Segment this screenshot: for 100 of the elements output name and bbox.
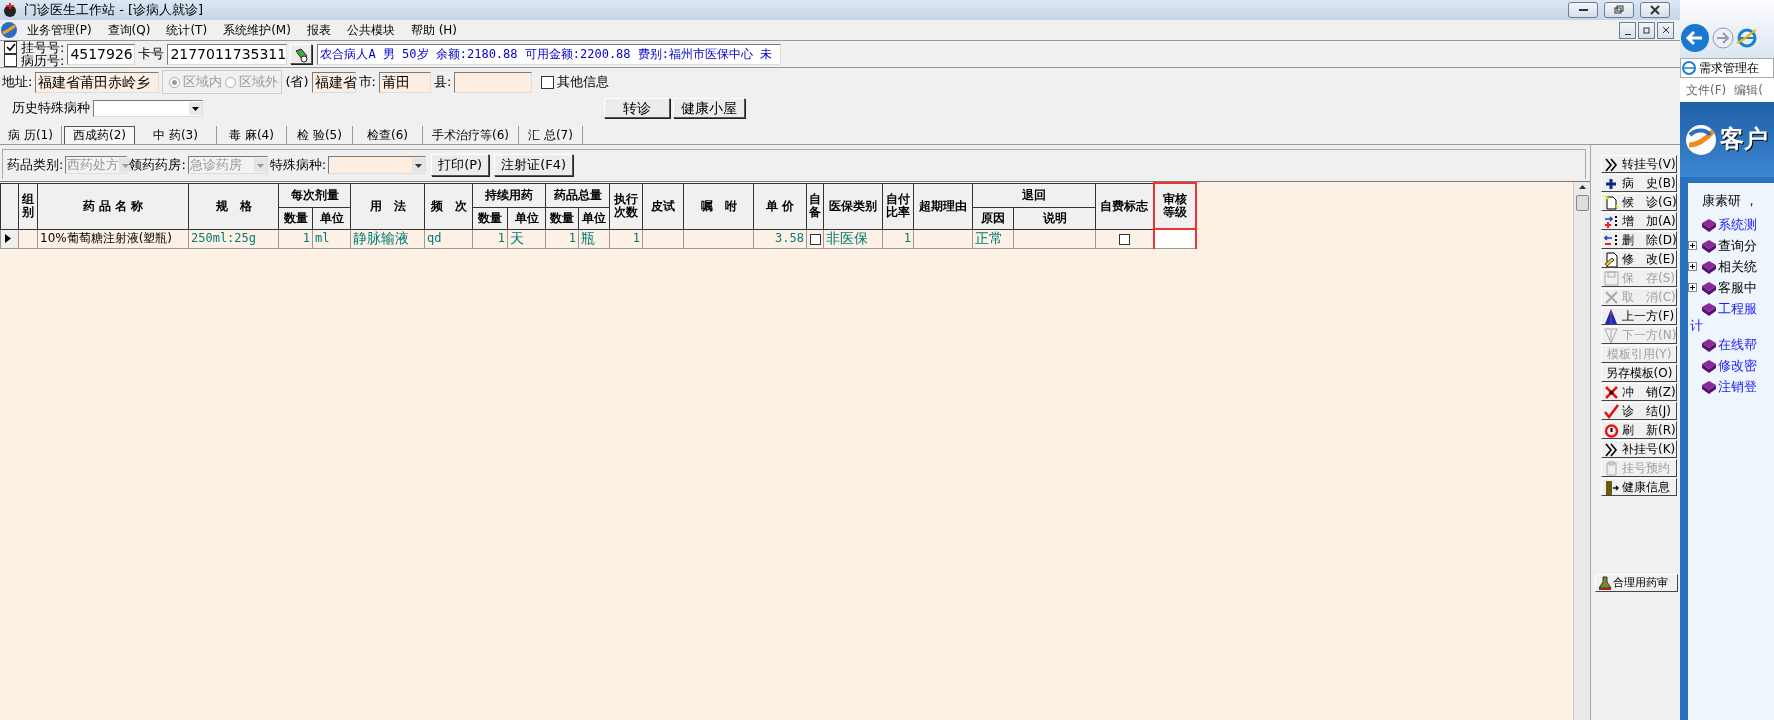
checkbox[interactable] xyxy=(809,233,821,245)
toolbar-button[interactable]: 增 加(A) xyxy=(1601,212,1677,230)
table-cell: qd xyxy=(424,229,473,248)
menu-item[interactable]: 系统维护(M) xyxy=(216,22,298,38)
tab[interactable]: 中 药(3) xyxy=(135,126,217,144)
toolbar-button[interactable]: 转挂号(V) xyxy=(1601,155,1677,173)
action-button[interactable]: 注射证(F4) xyxy=(494,153,574,176)
expand-icon[interactable] xyxy=(1688,283,1697,293)
greeting-text: 康素研 ， xyxy=(1701,193,1760,209)
table-cell: 1 xyxy=(609,229,643,248)
toolbar-button[interactable]: 修 改(E) xyxy=(1601,250,1677,268)
menu-item[interactable]: 业务管理(P) xyxy=(20,22,99,38)
county-field[interactable] xyxy=(454,71,533,93)
toolbar-button[interactable]: 另存模板(O) xyxy=(1601,364,1677,382)
field-label: 县: xyxy=(433,74,452,90)
menu-item[interactable]: 公共模块 xyxy=(339,22,402,38)
toolbar-button[interactable]: 健康信息 xyxy=(1601,478,1677,496)
checkbox[interactable] xyxy=(4,54,17,67)
column-header: 超期理由 xyxy=(913,183,973,229)
table-cell: 250ml:25g xyxy=(188,229,279,248)
table-cell: 瓶 xyxy=(578,229,610,248)
id-field[interactable]: 4517926 xyxy=(67,43,136,65)
table-cell: ml xyxy=(312,229,351,248)
table-cell: 静脉输液 xyxy=(350,229,425,248)
toolbar-button[interactable]: 病 史(B) xyxy=(1601,174,1677,192)
tab[interactable]: 检查(6) xyxy=(353,126,423,144)
city-field[interactable]: 莆田 xyxy=(378,71,431,93)
tab[interactable]: 检 验(5) xyxy=(287,126,353,144)
window-title: 门诊医生工作站 - [诊病人就诊] xyxy=(24,2,204,18)
toolbar-button[interactable]: 刷 新(R) xyxy=(1601,421,1677,439)
logo-icon xyxy=(1684,122,1718,157)
restore-button[interactable] xyxy=(1604,2,1634,18)
action-button[interactable]: 打印(P) xyxy=(431,153,490,176)
column-header: 持续用药 xyxy=(472,183,546,207)
field-label: 市: xyxy=(358,74,376,90)
province-field[interactable]: 福建省 xyxy=(311,71,356,93)
app-logo-icon xyxy=(0,21,18,39)
menu-item[interactable]: 编辑( xyxy=(1734,82,1763,98)
table-cell: 天 xyxy=(507,229,546,248)
menu-item[interactable]: 报表 xyxy=(299,22,338,38)
card-reader-icon xyxy=(293,46,310,63)
tree-item[interactable]: 工程服 xyxy=(1718,300,1757,317)
tree-item[interactable]: 查询分 xyxy=(1718,237,1757,254)
close-button[interactable] xyxy=(1640,2,1670,18)
toolbar-button[interactable]: 删 除(D) xyxy=(1601,231,1677,249)
menu-item[interactable]: 文件(F) xyxy=(1686,82,1727,98)
toolbar-button[interactable]: 上一方(F) xyxy=(1601,307,1677,325)
card-field[interactable]: 2177011735311 xyxy=(167,43,288,65)
expand-icon[interactable] xyxy=(1688,241,1697,251)
table-cell: 1 xyxy=(545,229,579,248)
app-icon xyxy=(2,2,18,18)
menu-item[interactable]: 查询(Q) xyxy=(100,22,158,38)
chevrons-icon xyxy=(1604,441,1619,457)
review-button[interactable]: 合理用药审 xyxy=(1595,574,1678,592)
restore-button[interactable] xyxy=(1638,21,1655,39)
field-label: (省) xyxy=(285,74,309,90)
radio-label: 区域内 xyxy=(183,74,223,90)
toolbar-button[interactable]: 诊 结(J) xyxy=(1601,402,1677,420)
dropdown[interactable] xyxy=(93,99,203,117)
checkbox[interactable] xyxy=(4,41,17,54)
tree-item[interactable]: 注销登 xyxy=(1718,379,1757,395)
column-header: 用 法 xyxy=(350,183,425,229)
tab[interactable]: 汇 总(7) xyxy=(519,126,583,144)
back-button-icon[interactable] xyxy=(1680,23,1710,53)
tab[interactable]: 毒 麻(4) xyxy=(217,126,287,144)
checkbox[interactable] xyxy=(541,75,555,89)
tree-item[interactable]: 在线帮 xyxy=(1718,337,1757,353)
column-header: 频 次 xyxy=(424,183,473,229)
flask-icon xyxy=(1598,575,1612,591)
tree-item[interactable]: 系统测 xyxy=(1718,216,1757,233)
checkbox[interactable] xyxy=(1118,233,1130,245)
expand-icon[interactable] xyxy=(1688,262,1697,272)
browser-tab[interactable]: 需求管理在 xyxy=(1680,58,1774,78)
column-header: 医保类别 xyxy=(823,183,883,229)
close-button[interactable] xyxy=(1657,21,1674,39)
field-label: 领药药房: xyxy=(129,156,186,173)
toolbar-button[interactable]: 候 诊(G) xyxy=(1601,193,1677,211)
action-button[interactable]: 健康小屋 xyxy=(673,98,745,118)
tree-item[interactable]: 修改密 xyxy=(1718,358,1757,374)
tab[interactable]: 病 历(1) xyxy=(0,126,62,144)
tree-item[interactable]: 计 xyxy=(1688,317,1774,334)
table-cell: 非医保 xyxy=(823,229,883,248)
field-label: 药品类别: xyxy=(7,156,64,173)
tree-item[interactable]: 客服中 xyxy=(1718,279,1757,296)
scroll-thumb[interactable] xyxy=(1575,195,1589,211)
dropdown[interactable] xyxy=(328,155,427,174)
down-arrow-icon xyxy=(1604,327,1619,343)
address-field[interactable]: 福建省莆田赤岭乡 xyxy=(35,71,160,93)
add-row-icon xyxy=(1604,213,1619,229)
tab[interactable]: 手术治疗等(6) xyxy=(423,126,519,144)
tab[interactable]: 西成药(2) xyxy=(64,126,135,144)
action-button[interactable]: 转诊 xyxy=(604,98,670,118)
tree-item[interactable]: 相关统 xyxy=(1718,258,1757,275)
menu-item[interactable]: 统计(T) xyxy=(159,22,215,38)
toolbar-button[interactable]: 补挂号(K) xyxy=(1601,440,1677,458)
minimize-button[interactable] xyxy=(1568,2,1598,18)
toolbar-button[interactable]: 冲 销(Z) xyxy=(1601,383,1677,401)
vertical-scrollbar[interactable] xyxy=(1573,182,1590,720)
read-card-button[interactable] xyxy=(290,44,313,64)
menu-item[interactable]: 帮助 (H) xyxy=(403,22,465,38)
